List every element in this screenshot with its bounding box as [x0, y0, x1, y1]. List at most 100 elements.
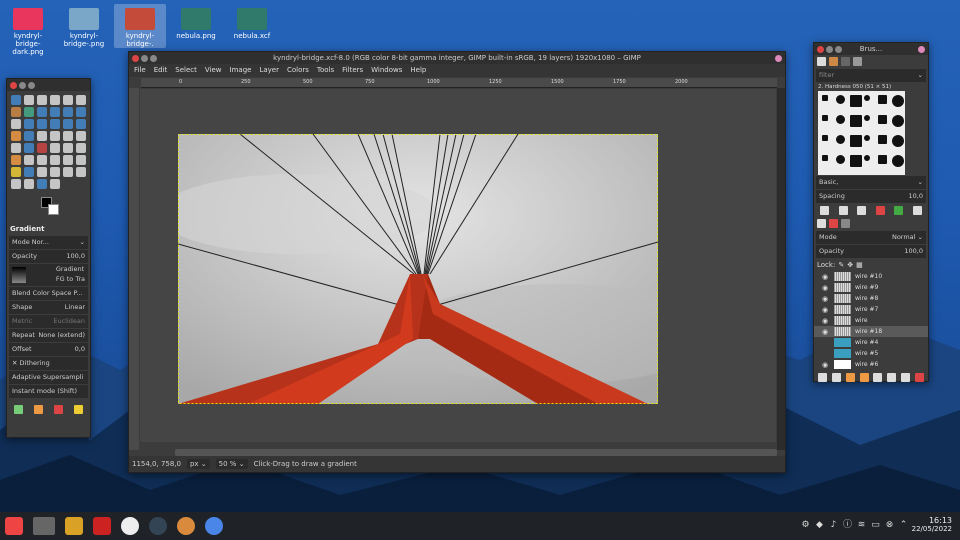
menu-edit[interactable]: Edit — [154, 64, 168, 77]
color-picker-tray-icon[interactable]: ◆ — [815, 520, 824, 530]
tool-icon[interactable] — [11, 107, 21, 117]
tool-icon[interactable] — [76, 95, 86, 105]
tool-icon[interactable] — [63, 119, 73, 129]
maximize-icon[interactable] — [835, 46, 842, 53]
tool-icon[interactable] — [24, 155, 34, 165]
canvas-area[interactable] — [140, 89, 776, 442]
spacing-slider[interactable]: Spacing 10,0 — [816, 190, 926, 203]
tool-icon[interactable] — [76, 119, 86, 129]
visibility-eye-icon[interactable]: ◉ — [822, 306, 830, 314]
menu-file[interactable]: File — [134, 64, 146, 77]
shape-select[interactable]: Shape Linear — [9, 301, 88, 314]
layer-row[interactable]: ◉ wire #8 — [814, 293, 928, 304]
tool-icon[interactable] — [63, 167, 73, 177]
layer-row[interactable]: ◉ wire #7 — [814, 304, 928, 315]
network-tray-icon[interactable]: ≋ — [857, 520, 866, 530]
brush-thumb[interactable] — [864, 115, 870, 121]
mode-select[interactable]: Mode Nor... ⌄ — [9, 236, 88, 249]
restore-icon[interactable] — [34, 405, 44, 414]
tool-icon[interactable] — [63, 95, 73, 105]
gimp-titlebar[interactable]: kyndryl-bridge.xcf-8.0 (RGB color 8-bit … — [129, 52, 785, 64]
menu-windows[interactable]: Windows — [371, 64, 402, 77]
metric-select[interactable]: Metric Euclidean — [9, 315, 88, 328]
brush-thumb[interactable] — [878, 95, 887, 104]
tool-icon[interactable] — [24, 143, 34, 153]
minimize-icon[interactable] — [826, 46, 833, 53]
background-color[interactable] — [48, 204, 59, 215]
menu-layer[interactable]: Layer — [259, 64, 279, 77]
menu-select[interactable]: Select — [175, 64, 197, 77]
delete-layer-icon[interactable] — [915, 373, 925, 382]
toolbox-titlebar[interactable] — [7, 79, 90, 91]
offset-slider[interactable]: Offset 0,0 — [9, 343, 88, 356]
brush-thumb[interactable] — [878, 155, 887, 164]
tool-icon[interactable] — [37, 155, 47, 165]
reset-icon[interactable] — [73, 405, 83, 414]
menu-filters[interactable]: Filters — [342, 64, 363, 77]
tab-brushes[interactable] — [817, 57, 826, 66]
close-icon[interactable] — [817, 46, 824, 53]
tool-icon[interactable] — [37, 143, 47, 153]
tool-icon[interactable] — [50, 95, 60, 105]
brush-thumb[interactable] — [878, 135, 887, 144]
brush-thumb[interactable] — [850, 95, 862, 107]
tool-icon[interactable] — [24, 167, 34, 177]
visibility-eye-icon[interactable]: ◉ — [822, 317, 830, 325]
lock-alpha-icon[interactable]: ▦ — [856, 261, 863, 269]
brush-thumb[interactable] — [836, 115, 845, 124]
duplicate-brush-icon[interactable] — [857, 206, 867, 215]
tab-channels[interactable] — [829, 219, 838, 228]
tool-icon[interactable] — [11, 167, 21, 177]
tab-document-history[interactable] — [853, 57, 862, 66]
desktop-icon-file[interactable]: kyndryl-bridge-. — [114, 4, 166, 48]
visibility-eye-icon[interactable]: ◉ — [822, 361, 830, 369]
vertical-ruler[interactable] — [129, 88, 139, 450]
firefox-icon[interactable] — [149, 517, 167, 535]
tool-icon[interactable] — [24, 179, 34, 189]
open-as-image-icon[interactable] — [912, 206, 922, 215]
layer-row[interactable]: wire #4 — [814, 337, 928, 348]
tool-icon[interactable] — [37, 95, 47, 105]
app-menu-icon[interactable] — [5, 517, 23, 535]
file-manager-icon[interactable] — [65, 517, 83, 535]
tool-icon[interactable] — [76, 143, 86, 153]
tool-icon[interactable] — [37, 179, 47, 189]
brush-thumb[interactable] — [850, 155, 862, 167]
minimize-icon[interactable] — [19, 82, 26, 89]
tool-icon[interactable] — [37, 167, 47, 177]
lower-layer-icon[interactable] — [859, 373, 869, 382]
dithering-checkbox[interactable]: ✕ Dithering — [9, 357, 88, 370]
brush-thumb[interactable] — [892, 115, 904, 127]
brush-thumb[interactable] — [864, 155, 870, 161]
tool-icon[interactable] — [24, 119, 34, 129]
tool-icon[interactable] — [50, 179, 60, 189]
tool-icon[interactable] — [76, 155, 86, 165]
layer-row[interactable]: ◉ wire #6 — [814, 359, 928, 370]
layer-row[interactable]: wire #5 — [814, 348, 928, 359]
device-tray-icon[interactable]: ▭ — [871, 520, 880, 530]
new-group-icon[interactable] — [831, 373, 841, 382]
keep-above-icon[interactable] — [775, 55, 782, 62]
brush-thumb[interactable] — [822, 135, 828, 141]
tab-paths[interactable] — [841, 219, 850, 228]
visibility-eye-icon[interactable]: ◉ — [822, 273, 830, 281]
brush-preset-select[interactable]: Basic, ⌄ — [816, 176, 926, 189]
tool-icon[interactable] — [76, 107, 86, 117]
layer-row[interactable]: ◉ wire #18 — [814, 326, 928, 337]
tool-icon[interactable] — [11, 95, 21, 105]
instant-mode-checkbox[interactable]: Instant mode (Shift) — [9, 385, 88, 398]
brush-thumb[interactable] — [892, 95, 904, 107]
menu-image[interactable]: Image — [230, 64, 252, 77]
tool-icon[interactable] — [37, 107, 47, 117]
info-tray-icon[interactable]: ⓘ — [843, 520, 852, 530]
horizontal-ruler[interactable]: 0 250 500 750 1000 1250 1500 1750 2000 — [141, 78, 777, 88]
blend-space-select[interactable]: Blend Color Space P... — [9, 287, 88, 300]
raise-layer-icon[interactable] — [845, 373, 855, 382]
gradient-select[interactable]: Gradient FG to Tra — [9, 264, 88, 286]
brush-thumb[interactable] — [822, 155, 828, 161]
tool-icon[interactable] — [63, 155, 73, 165]
opacity-slider[interactable]: Opacity 100,0 — [9, 250, 88, 263]
desktop-icon-file[interactable]: kyndryl-bridge-.png — [58, 4, 110, 48]
brush-thumb[interactable] — [878, 115, 887, 124]
edit-brush-icon[interactable] — [820, 206, 830, 215]
